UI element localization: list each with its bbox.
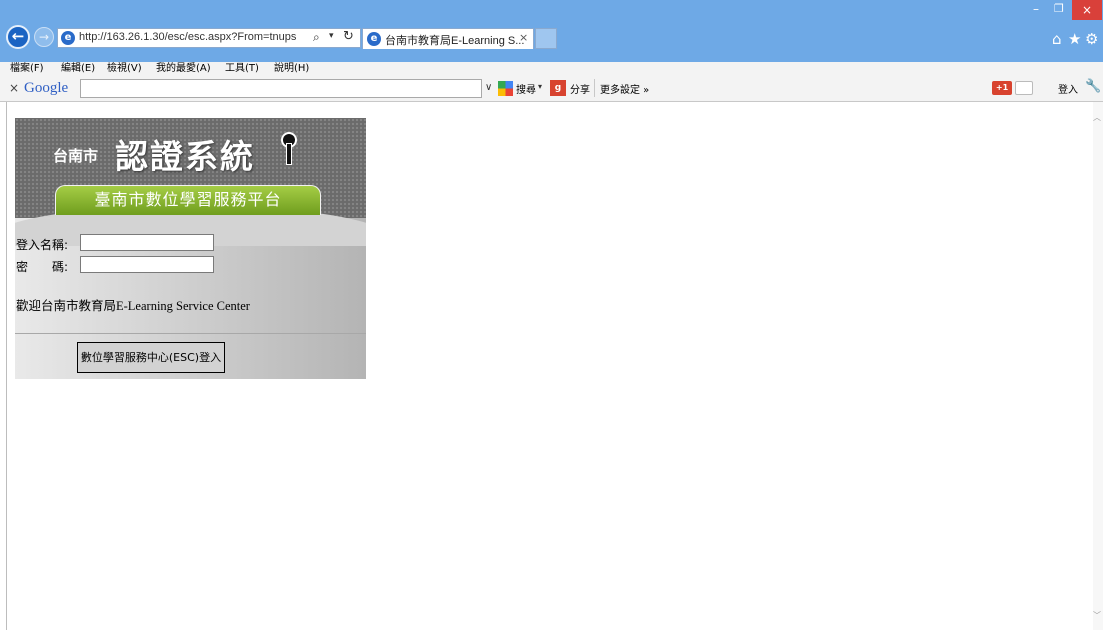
banner-subtitle: 台南市 bbox=[53, 147, 99, 165]
keyhole-icon bbox=[283, 134, 295, 164]
more-settings-button[interactable]: 更多設定 » bbox=[600, 81, 649, 96]
toolbar-login-link[interactable]: 登入 bbox=[1058, 81, 1078, 96]
new-tab-button[interactable] bbox=[535, 28, 557, 49]
share-button-label[interactable]: 分享 bbox=[570, 81, 590, 96]
menu-view[interactable]: 檢視(V) bbox=[107, 62, 142, 76]
menu-help[interactable]: 說明(H) bbox=[274, 62, 309, 76]
url-text[interactable]: http://163.26.1.30/esc/esc.aspx?From=tnu… bbox=[79, 31, 296, 43]
chevron-down-icon[interactable]: ▾ bbox=[329, 31, 334, 41]
close-icon[interactable]: × bbox=[9, 81, 19, 95]
google-search-icon[interactable] bbox=[498, 81, 513, 96]
tab-title[interactable]: 台南市教育局E-Learning S... bbox=[385, 32, 524, 48]
refresh-icon[interactable]: ↻ bbox=[343, 29, 354, 44]
gear-icon[interactable]: ⚙ bbox=[1085, 30, 1098, 48]
menu-file[interactable]: 檔案(F) bbox=[10, 62, 44, 76]
page-left-border bbox=[6, 102, 7, 630]
plus-one-icon[interactable]: +1 bbox=[992, 81, 1012, 95]
plus-one-counter bbox=[1015, 81, 1033, 95]
ie-tab-icon: e bbox=[367, 32, 381, 46]
home-icon[interactable]: ⌂ bbox=[1052, 30, 1062, 48]
password-input[interactable] bbox=[80, 256, 214, 273]
browser-titlebar: ← → e http://163.26.1.30/esc/esc.aspx?Fr… bbox=[0, 0, 1103, 62]
minimize-button[interactable]: – bbox=[1033, 2, 1039, 16]
search-dropdown-icon[interactable]: ▾ bbox=[538, 82, 542, 91]
panel-divider bbox=[15, 333, 366, 334]
search-button-label[interactable]: 搜尋 bbox=[516, 81, 536, 96]
toolbar-divider bbox=[594, 79, 595, 97]
share-icon[interactable]: g bbox=[550, 80, 566, 96]
scroll-down-icon[interactable]: ﹀ bbox=[1093, 610, 1101, 621]
menu-edit[interactable]: 編輯(E) bbox=[61, 62, 95, 76]
tab-active[interactable]: e 台南市教育局E-Learning S... × bbox=[362, 28, 534, 49]
chevron-down-icon[interactable]: ∨ bbox=[485, 82, 492, 93]
welcome-text: 歡迎台南市教育局E-Learning Service Center bbox=[16, 299, 250, 313]
restore-button[interactable]: ❐ bbox=[1054, 2, 1064, 15]
scroll-up-icon[interactable]: ︿ bbox=[1093, 112, 1101, 123]
google-search-input[interactable] bbox=[80, 79, 482, 98]
google-toolbar: × Google ∨ 搜尋 ▾ g 分享 更多設定 » +1 登入 🔧 bbox=[0, 76, 1103, 102]
google-logo: Google bbox=[24, 80, 69, 96]
password-label: 密 碼: bbox=[16, 260, 69, 274]
banner-title: 認證系統 bbox=[115, 137, 255, 176]
menu-tools[interactable]: 工具(T) bbox=[225, 62, 259, 76]
tab-close-icon[interactable]: × bbox=[519, 31, 528, 44]
wrench-icon[interactable]: 🔧 bbox=[1085, 79, 1101, 94]
vertical-scrollbar[interactable] bbox=[1093, 102, 1103, 630]
search-icon[interactable]: ⌕ bbox=[313, 30, 320, 45]
login-panel: 台南市 認證系統 臺南市數位學習服務平台 登入名稱: 密 碼: 歡迎台南市教育局… bbox=[15, 118, 366, 379]
username-label: 登入名稱: bbox=[16, 238, 69, 252]
address-bar[interactable]: e http://163.26.1.30/esc/esc.aspx?From=t… bbox=[57, 28, 361, 48]
close-window-button[interactable]: × bbox=[1072, 0, 1102, 20]
forward-arrow-icon[interactable]: → bbox=[34, 27, 54, 47]
username-input[interactable] bbox=[80, 234, 214, 251]
favorites-star-icon[interactable]: ★ bbox=[1068, 30, 1081, 48]
menu-bar: 檔案(F) 編輯(E) 檢視(V) 我的最愛(A) 工具(T) 說明(H) bbox=[0, 62, 1103, 76]
platform-title-bar: 臺南市數位學習服務平台 bbox=[55, 185, 321, 215]
esc-login-button[interactable]: 數位學習服務中心(ESC)登入 bbox=[77, 342, 225, 373]
back-arrow-icon[interactable]: ← bbox=[6, 25, 30, 49]
ie-page-icon: e bbox=[61, 31, 75, 45]
menu-favorites[interactable]: 我的最愛(A) bbox=[156, 62, 211, 76]
